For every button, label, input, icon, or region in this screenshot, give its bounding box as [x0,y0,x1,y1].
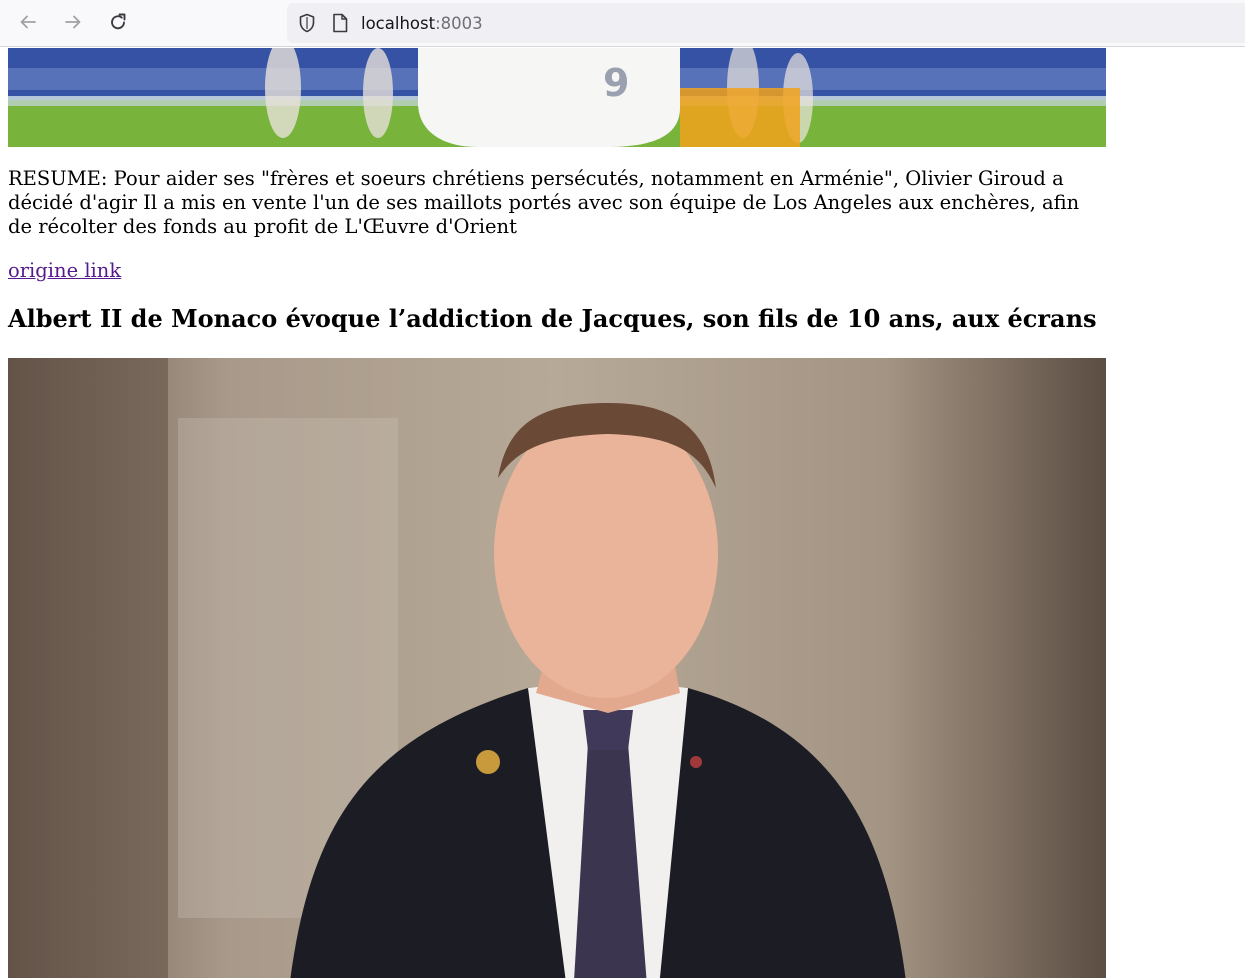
address-bar[interactable]: localhost:8003 [287,3,1245,43]
forward-button[interactable] [57,6,89,38]
arrow-left-icon [20,15,36,29]
reload-button[interactable] [102,6,134,38]
url-host: localhost [361,13,436,33]
url-text[interactable]: localhost:8003 [361,14,483,33]
browser-toolbar: localhost:8003 [0,0,1245,47]
article-headline: Albert II de Monaco évoque l’addiction d… [8,304,1097,333]
article-image-football: 9 [8,48,1106,147]
url-port: :8003 [435,13,483,33]
reload-icon [111,13,126,30]
article-image-portrait [8,358,1106,978]
svg-text:9: 9 [603,61,629,105]
arrow-right-icon [65,15,81,29]
article-summary: RESUME: Pour aider ses "frères et soeurs… [8,167,1080,238]
back-button[interactable] [12,6,44,38]
page-viewport: 9 RESUME: Pour aider ses "frères et soeu… [0,48,1245,978]
page-icon[interactable] [331,13,349,33]
origin-link[interactable]: origine link [8,259,121,283]
shield-icon[interactable] [297,13,317,33]
